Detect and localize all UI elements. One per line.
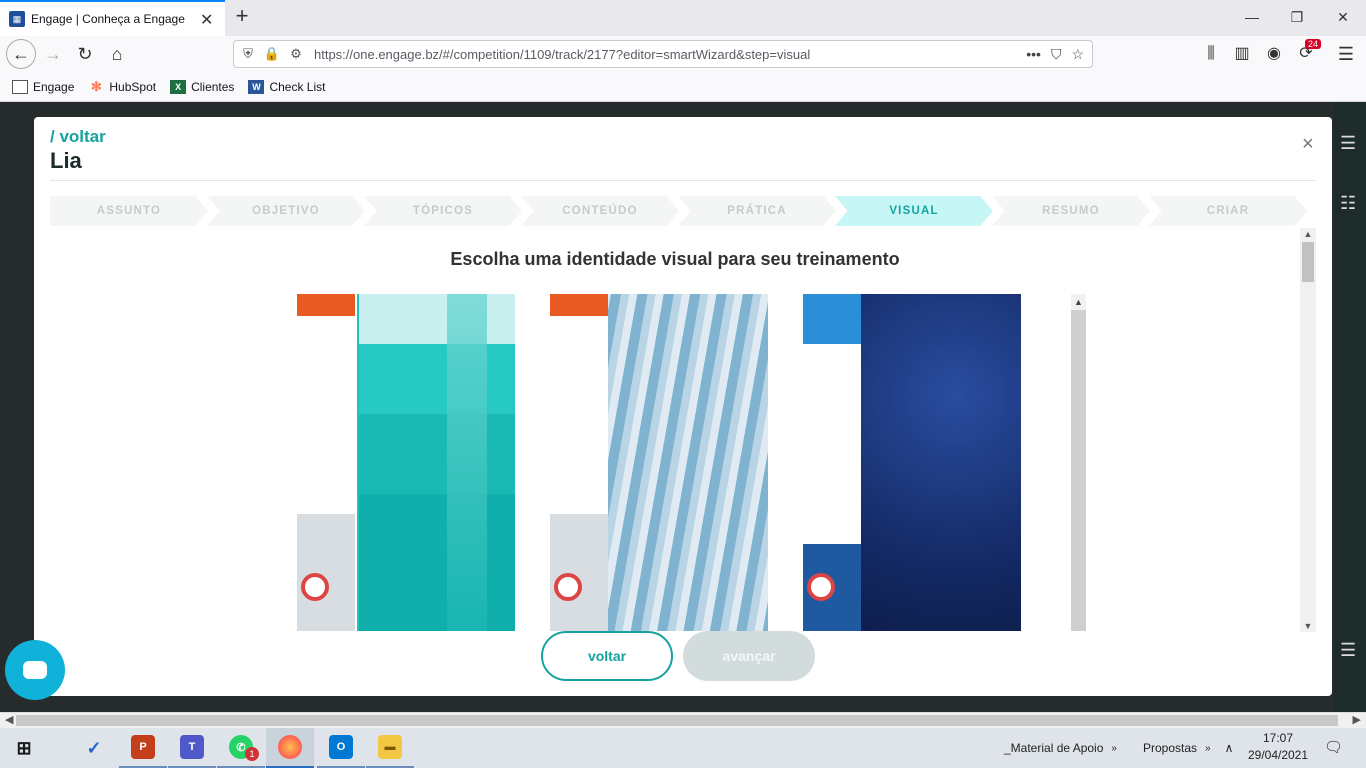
clock[interactable]: 17:07 29/04/2021 (1242, 730, 1314, 764)
start-button[interactable]: ⊞ (0, 728, 48, 768)
scroll-up-icon[interactable]: ▲ (1300, 229, 1316, 239)
step-objetivo[interactable]: OBJETIVO (207, 196, 365, 226)
page-actions-icon[interactable]: ••• (1026, 46, 1041, 63)
visual-option-space[interactable] (803, 294, 1021, 631)
captain-shield-icon (301, 573, 329, 601)
library-icon[interactable]: ⫼ (1198, 42, 1224, 66)
menu-icon[interactable]: ☰ (1333, 42, 1359, 66)
chevron-up-icon[interactable]: ∧ (1225, 741, 1234, 755)
close-window-icon[interactable]: ✕ (1323, 4, 1363, 30)
bookmark-hubspot[interactable]: ✻ HubSpot (88, 78, 156, 94)
engage-favicon-icon: ▦ (9, 11, 25, 27)
forward-icon[interactable]: → (40, 42, 66, 66)
close-tab-icon[interactable]: ✕ (200, 10, 213, 30)
bookmark-check-list[interactable]: W Check List (248, 79, 325, 94)
modal-close-icon[interactable]: × (1302, 133, 1314, 156)
scroll-thumb[interactable] (1302, 242, 1314, 282)
visual-option-teal[interactable] (297, 294, 515, 631)
clock-date: 29/04/2021 (1247, 748, 1309, 762)
new-tab-icon[interactable]: + (230, 4, 254, 30)
cards-scroll-up-icon[interactable]: ▲ (1071, 294, 1086, 310)
scroll-right-icon[interactable]: ▶ (1353, 713, 1361, 726)
modal-scrollbar[interactable]: ▲ ▼ (1300, 228, 1316, 632)
captain-shield-icon (807, 573, 835, 601)
tray-propostas[interactable]: Propostas (1143, 741, 1197, 755)
step-topicos[interactable]: TÓPICOS (364, 196, 522, 226)
chevron-right-icon[interactable]: » (1111, 743, 1117, 754)
scroll-left-icon[interactable]: ◀ (5, 713, 13, 726)
clock-time: 17:07 (1262, 731, 1294, 745)
taskbar-whatsapp[interactable]: ✆ 1 (217, 728, 265, 768)
powerpoint-icon: P (131, 735, 155, 759)
shield-icon[interactable]: ⛨ (238, 46, 258, 62)
page-menu-bottom-icon[interactable]: ☰ (1340, 640, 1356, 661)
chat-widget-button[interactable] (5, 640, 65, 700)
folder-icon (12, 79, 28, 94)
word-icon: W (248, 79, 265, 94)
scroll-down-icon[interactable]: ▼ (1300, 621, 1316, 631)
next-button[interactable]: avançar (683, 631, 815, 681)
cards-scrollbar[interactable]: ▲ (1071, 294, 1086, 631)
chat-icon (23, 661, 47, 679)
account-icon[interactable]: ◉ (1261, 42, 1287, 66)
visual-option-buildings[interactable] (550, 294, 768, 631)
bookmark-engage[interactable]: Engage (12, 79, 74, 94)
bookmarks-bar: Engage ✻ HubSpot X Clientes W Check List (0, 72, 1366, 102)
bookmark-clientes[interactable]: X Clientes (170, 79, 234, 94)
taskbar-explorer[interactable]: ▬ (366, 728, 414, 768)
notification-badge: 24 (1305, 39, 1322, 49)
sidebar-icon[interactable]: ▥ (1229, 42, 1255, 66)
wizard-steps: ASSUNTO OBJETIVO TÓPICOS CONTEÚDO PRÁTIC… (50, 196, 1316, 226)
hubspot-icon: ✻ (90, 78, 102, 94)
taskbar-firefox[interactable] (266, 728, 314, 768)
windows-icon: ⊞ (16, 737, 32, 758)
captain-shield-icon (554, 573, 582, 601)
lock-icon[interactable]: 🔒 (262, 46, 282, 62)
teams-icon: T (180, 735, 204, 759)
taskbar-outlook[interactable]: O (317, 728, 365, 768)
notifications-icon[interactable]: 🗨 (1324, 738, 1343, 756)
page-menu-icon[interactable]: ☰ (1340, 133, 1356, 154)
restore-icon[interactable]: ❐ (1277, 4, 1317, 30)
browser-tab[interactable]: ▦ Engage | Conheça a Engage ✕ (0, 0, 225, 36)
url-text: https://one.engage.bz/#/competition/1109… (314, 46, 811, 62)
home-icon[interactable]: ⌂ (104, 42, 130, 66)
step-criar[interactable]: CRIAR (1149, 196, 1307, 226)
step-pratica[interactable]: PRÁTICA (678, 196, 836, 226)
bookmark-star-icon[interactable]: ☆ (1071, 46, 1084, 63)
step-resumo[interactable]: RESUMO (992, 196, 1150, 226)
back-icon[interactable]: ← (6, 39, 36, 69)
excel-icon: X (170, 79, 187, 94)
firefox-icon (278, 735, 302, 759)
horizontal-scroll-thumb[interactable] (16, 715, 1338, 726)
back-link[interactable]: / voltar (50, 127, 106, 147)
folder-explorer-icon: ▬ (378, 735, 402, 759)
section-heading: Escolha uma identidade visual para seu t… (450, 249, 900, 269)
outlook-icon: O (329, 735, 353, 759)
url-bar[interactable]: ⛨ 🔒 ⚙ https://one.engage.bz/#/competitio… (233, 40, 1093, 68)
system-tray: _Material de Apoio » Propostas » ∧ (990, 728, 1233, 768)
step-assunto[interactable]: ASSUNTO (50, 196, 208, 226)
step-visual[interactable]: VISUAL (835, 196, 993, 226)
divider (50, 180, 1316, 181)
taskbar-todo[interactable]: ✓ (70, 728, 118, 768)
minimize-icon[interactable]: — (1232, 4, 1272, 30)
taskbar-teams[interactable]: T (168, 728, 216, 768)
chevron-right-icon[interactable]: » (1205, 743, 1211, 754)
whatsapp-badge: 1 (245, 747, 259, 761)
page-list-icon[interactable]: ☷ (1340, 193, 1356, 214)
taskbar-powerpoint[interactable]: P (119, 728, 167, 768)
permissions-icon[interactable]: ⚙ (286, 46, 306, 62)
reload-icon[interactable]: ↻ (72, 42, 98, 66)
horizontal-scrollbar[interactable]: ◀ ▶ (0, 712, 1366, 728)
step-conteudo[interactable]: CONTEÚDO (521, 196, 679, 226)
todo-icon: ✓ (86, 737, 102, 758)
back-button[interactable]: voltar (541, 631, 673, 681)
tab-title: Engage | Conheça a Engage (31, 12, 185, 26)
pocket-icon[interactable]: ⛉ (1051, 46, 1062, 63)
modal-title: Lia (50, 148, 82, 173)
tray-material-de-apoio[interactable]: _Material de Apoio (1004, 741, 1103, 755)
